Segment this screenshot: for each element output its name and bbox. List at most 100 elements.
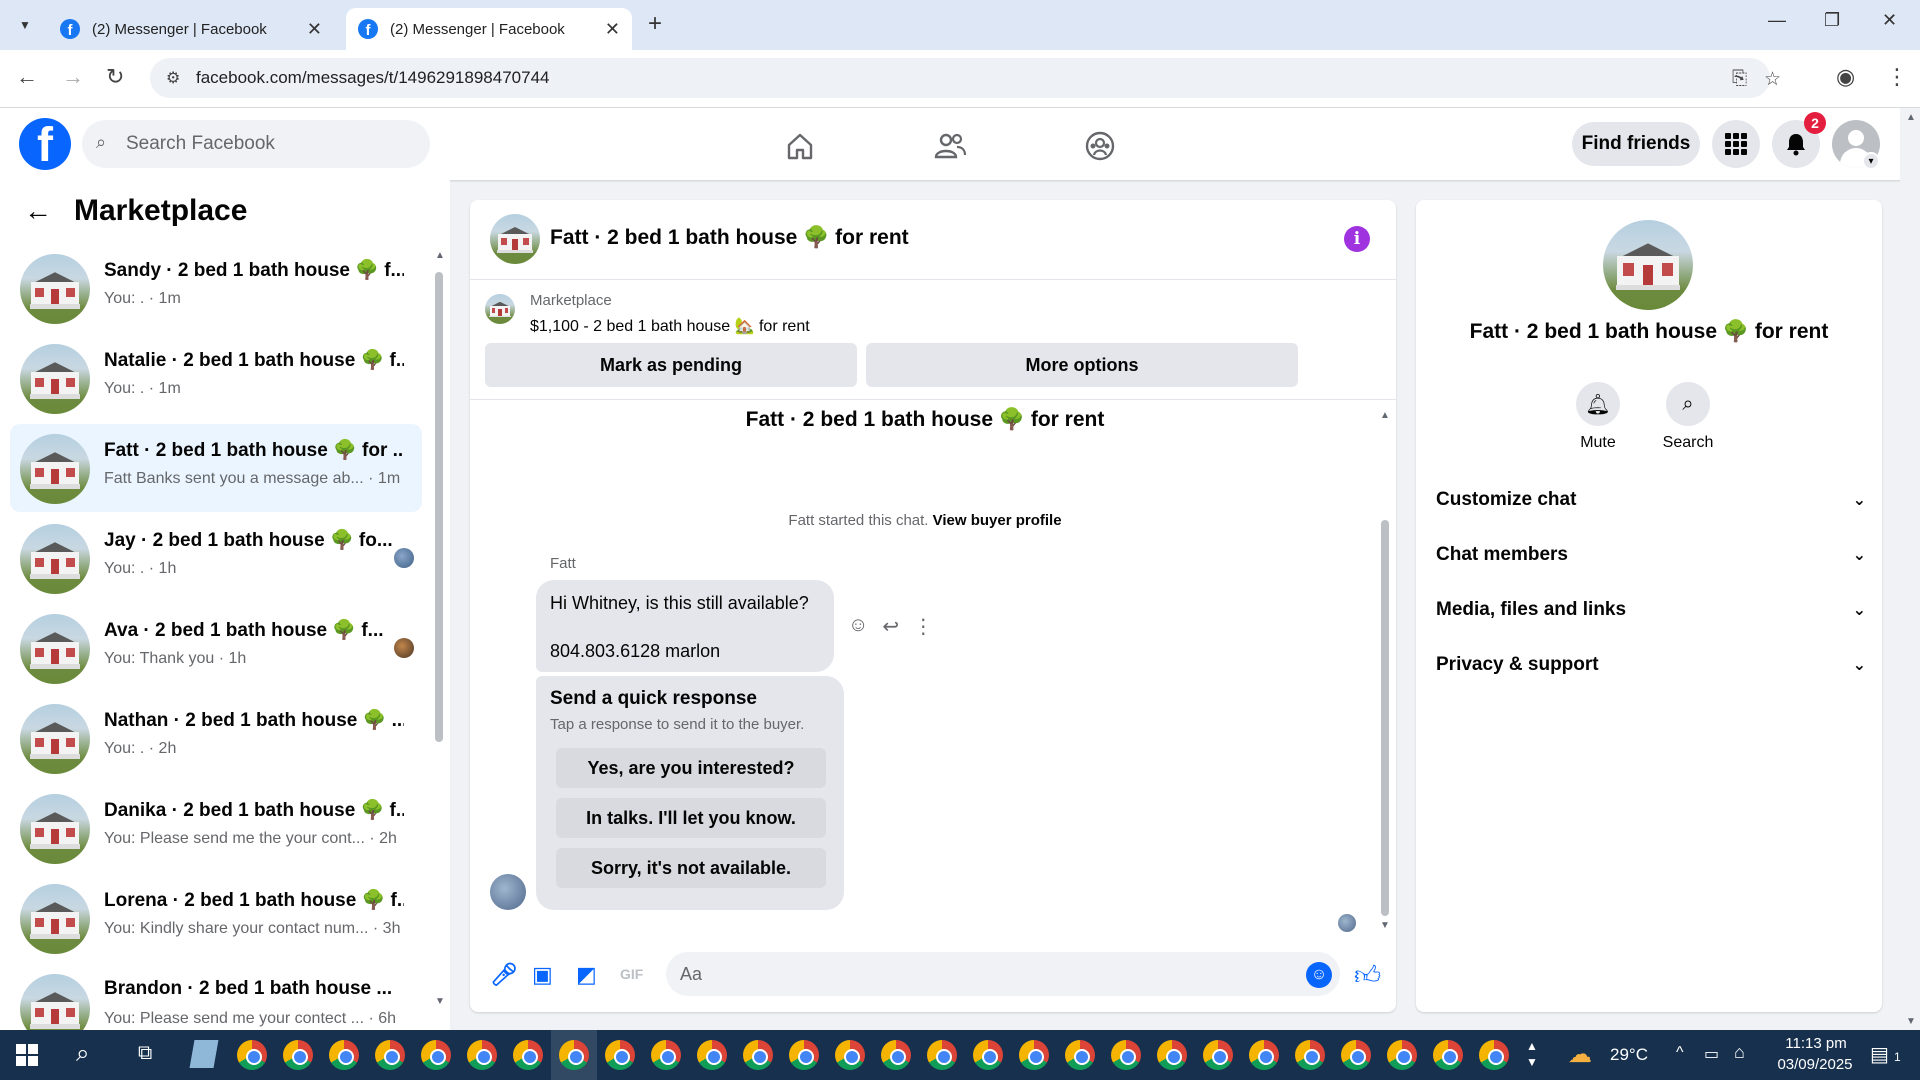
chrome-window-icon[interactable] xyxy=(1019,1040,1049,1070)
mark-as-pending-button[interactable]: Mark as pending xyxy=(485,343,857,387)
browser-tab-2-active[interactable]: f (2) Messenger | Facebook ✕ xyxy=(346,8,632,50)
listing-title[interactable]: $1,100 - 2 bed 1 bath house 🏡 for rent xyxy=(530,316,810,336)
files-app-icon[interactable] xyxy=(189,1040,219,1068)
facebook-logo[interactable]: f xyxy=(19,118,71,170)
menu-grid-icon[interactable] xyxy=(1712,120,1760,168)
sticker-icon[interactable]: ◩ xyxy=(576,962,597,988)
chrome-window-icon[interactable] xyxy=(927,1040,957,1070)
conversation-item[interactable]: Fatt · 2 bed 1 bath house 🌳 for ... Fatt … xyxy=(10,424,422,512)
privacy-support-section[interactable]: Privacy & support ⌄ xyxy=(1436,645,1866,685)
clock-time[interactable]: 11:13 pm xyxy=(1776,1035,1856,1052)
back-arrow-icon[interactable]: ← xyxy=(24,195,52,227)
chat-title[interactable]: Fatt · 2 bed 1 bath house 🌳 for rent xyxy=(550,226,909,250)
sidebar-scrollbar[interactable]: ▲ ▼ xyxy=(435,250,445,1007)
search-conversation-button[interactable]: ⌕ Search xyxy=(1648,382,1728,452)
chrome-window-icon[interactable] xyxy=(1433,1040,1463,1070)
close-tab-icon[interactable]: ✕ xyxy=(307,19,322,40)
listing-thumbnail[interactable] xyxy=(490,214,540,264)
restore-icon[interactable]: ❐ xyxy=(1824,10,1840,31)
thumbs-up-icon[interactable]: 👍︎ xyxy=(1354,960,1381,991)
temperature-text[interactable]: 29°C xyxy=(1610,1045,1648,1065)
chrome-window-icon[interactable] xyxy=(559,1040,589,1070)
chrome-window-icon[interactable] xyxy=(789,1040,819,1070)
install-app-icon[interactable]: ⎘ xyxy=(1732,68,1747,90)
scroll-up-icon[interactable]: ▲ xyxy=(1906,112,1916,123)
gif-icon[interactable]: GIF xyxy=(620,966,643,982)
chrome-window-icon[interactable] xyxy=(1249,1040,1279,1070)
chrome-window-icon[interactable] xyxy=(881,1040,911,1070)
scroll-down-icon[interactable]: ▼ xyxy=(1380,920,1390,931)
conversation-item[interactable]: Ava · 2 bed 1 bath house 🌳 f... You: Than… xyxy=(10,604,422,692)
bookmark-star-icon[interactable]: ☆ xyxy=(1764,68,1781,91)
minimize-icon[interactable]: — xyxy=(1768,10,1786,31)
chrome-window-icon[interactable] xyxy=(605,1040,635,1070)
site-info-icon[interactable]: ⚙ xyxy=(166,68,180,88)
quick-response-button[interactable]: Yes, are you interested? xyxy=(556,748,826,788)
photo-icon[interactable]: ▣ xyxy=(532,962,553,988)
chrome-window-icon[interactable] xyxy=(467,1040,497,1070)
scroll-down-icon[interactable]: ▼ xyxy=(435,996,445,1007)
conversation-item[interactable]: Jay · 2 bed 1 bath house 🌳 fo... You: . ·… xyxy=(10,514,422,602)
chat-members-section[interactable]: Chat members ⌄ xyxy=(1436,535,1866,575)
browser-tab-1[interactable]: f (2) Messenger | Facebook ✕ xyxy=(48,8,334,50)
more-actions-icon[interactable]: ⋮ xyxy=(913,614,933,639)
message-bubble[interactable]: Hi Whitney, is this still available? 804… xyxy=(536,580,834,672)
chrome-window-icon[interactable] xyxy=(835,1040,865,1070)
chrome-window-icon[interactable] xyxy=(973,1040,1003,1070)
chrome-window-icon[interactable] xyxy=(375,1040,405,1070)
show-hidden-icons-icon[interactable]: ^ xyxy=(1676,1044,1684,1062)
home-icon[interactable] xyxy=(780,126,820,166)
chrome-window-icon[interactable] xyxy=(513,1040,543,1070)
facebook-search-input[interactable]: ⌕ Search Facebook xyxy=(82,120,430,168)
conversation-item[interactable]: Natalie · 2 bed 1 bath house 🌳 f... You: … xyxy=(10,334,422,422)
find-friends-button[interactable]: Find friends xyxy=(1572,122,1700,166)
chrome-window-icon[interactable] xyxy=(1341,1040,1371,1070)
mute-button[interactable]: 🔔︎ Mute xyxy=(1558,382,1638,452)
clock-date[interactable]: 03/09/2025 xyxy=(1770,1056,1860,1073)
conversation-item[interactable]: Danika · 2 bed 1 bath house 🌳 f... You: P… xyxy=(10,784,422,872)
customize-chat-section[interactable]: Customize chat ⌄ xyxy=(1436,480,1866,520)
back-icon[interactable]: ← xyxy=(16,64,38,90)
scroll-up-icon[interactable]: ▲ xyxy=(1380,410,1390,421)
tab-search-dropdown-icon[interactable]: ▼ xyxy=(12,12,38,38)
chrome-window-icon[interactable] xyxy=(283,1040,313,1070)
chrome-window-icon[interactable] xyxy=(329,1040,359,1070)
reply-icon[interactable]: ↩ xyxy=(882,614,899,639)
scroll-up-icon[interactable]: ▲ xyxy=(435,250,445,261)
taskbar-scroll-icon[interactable]: ▲ ▼ xyxy=(1526,1038,1538,1070)
url-field[interactable]: ⚙ facebook.com/messages/t/14962918984707… xyxy=(150,58,1781,98)
chrome-window-icon[interactable] xyxy=(1295,1040,1325,1070)
more-options-button[interactable]: More options xyxy=(866,343,1298,387)
quick-response-button[interactable]: Sorry, it's not available. xyxy=(556,848,826,888)
scroll-down-icon[interactable]: ▼ xyxy=(1906,1016,1916,1027)
sender-avatar[interactable] xyxy=(490,874,526,910)
listing-profile-image[interactable] xyxy=(1603,220,1693,310)
page-scrollbar[interactable]: ▲ ▼ xyxy=(1900,108,1920,1030)
notification-center-icon[interactable]: ▤ xyxy=(1870,1042,1889,1067)
network-icon[interactable]: ⌂ xyxy=(1734,1042,1745,1063)
chrome-window-icon[interactable] xyxy=(237,1040,267,1070)
conversation-item[interactable]: Lorena · 2 bed 1 bath house 🌳 f... You: K… xyxy=(10,874,422,962)
chrome-window-icon[interactable] xyxy=(651,1040,681,1070)
conversation-item[interactable]: Nathan · 2 bed 1 bath house 🌳 ... You: . … xyxy=(10,694,422,782)
chrome-window-icon[interactable] xyxy=(1111,1040,1141,1070)
view-buyer-profile-link[interactable]: View buyer profile xyxy=(933,512,1062,529)
forward-icon[interactable]: → xyxy=(62,64,84,90)
chrome-window-icon[interactable] xyxy=(421,1040,451,1070)
new-tab-icon[interactable]: + xyxy=(648,10,662,38)
close-tab-icon[interactable]: ✕ xyxy=(605,19,620,40)
chrome-window-icon[interactable] xyxy=(1203,1040,1233,1070)
emoji-icon[interactable]: ☺ xyxy=(1306,962,1332,988)
media-files-links-section[interactable]: Media, files and links ⌄ xyxy=(1436,590,1866,630)
thread-scrollbar[interactable]: ▲ ▼ xyxy=(1380,410,1390,931)
search-icon[interactable]: ⌕ xyxy=(76,1040,89,1068)
chevron-down-icon[interactable]: ▾ xyxy=(1862,152,1880,170)
microphone-icon[interactable]: 🎤︎ xyxy=(490,962,518,988)
close-window-icon[interactable]: ✕ xyxy=(1882,10,1897,31)
chrome-window-icon[interactable] xyxy=(697,1040,727,1070)
chrome-window-icon[interactable] xyxy=(1157,1040,1187,1070)
reload-icon[interactable]: ↻ xyxy=(106,64,124,90)
react-emoji-icon[interactable]: ☺ xyxy=(848,614,868,639)
profile-icon[interactable]: ◉ xyxy=(1836,64,1855,90)
battery-icon[interactable]: ▭ xyxy=(1704,1044,1719,1064)
